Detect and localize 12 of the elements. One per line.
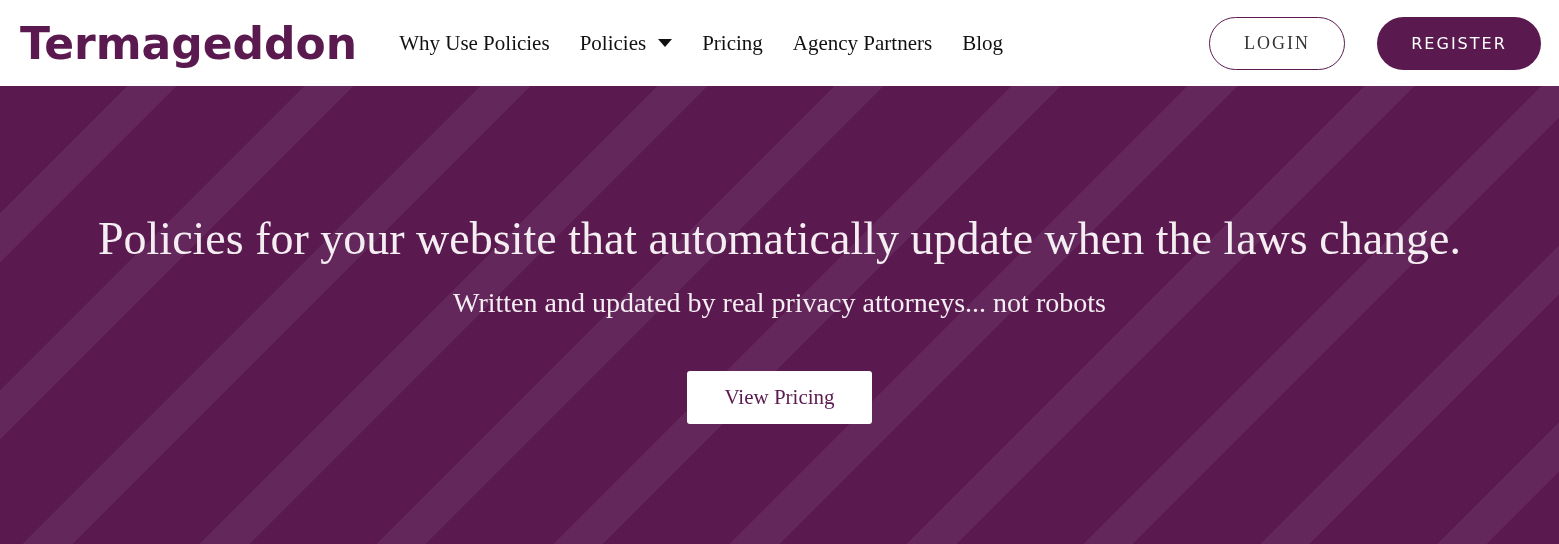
register-button[interactable]: REGISTER [1377,16,1541,70]
hero-title: Policies for your website that automatically update when the laws change. [98,212,1461,265]
view-pricing-button[interactable]: View Pricing [687,371,872,424]
nav-link[interactable]: Pricing [702,30,763,56]
nav-link[interactable]: Policies [579,30,673,56]
nav-link[interactable]: Blog [962,30,1003,56]
hero-subtitle: Written and updated by real privacy attorneys... not robots [453,287,1106,319]
nav-link[interactable]: Agency Partners [792,30,933,56]
login-button[interactable]: LOGIN [1209,16,1345,70]
logo[interactable]: Termageddon [20,17,358,69]
nav-link[interactable]: Why Use Policies [399,30,550,56]
caret-icon [658,39,673,47]
